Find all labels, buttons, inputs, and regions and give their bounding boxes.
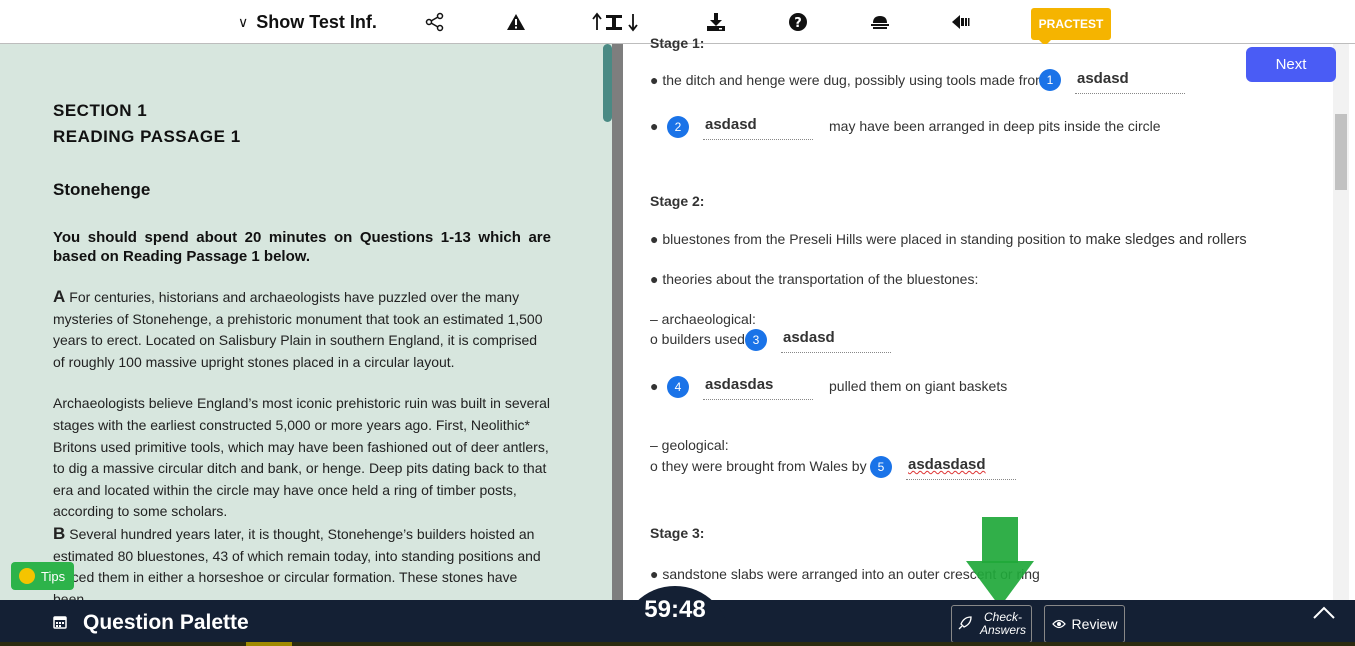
paragraph-text: For centuries, historians and archaeolog… [53,289,543,370]
answer-input-2[interactable]: asdasd [703,116,813,140]
passage-instruction: You should spend about 20 minutes on Que… [53,229,551,265]
warning-icon[interactable] [505,0,527,44]
arrow-down-icon [966,517,1034,607]
stage-2-line-1: ● bluestones from the Preseli Hills were… [650,231,1247,248]
question-1-text: ● the ditch and henge were dug, possibly… [650,72,1047,88]
check-answers-line-2: Answers [980,623,1027,637]
question-1-prefix: ● the ditch and henge were dug, possibly… [650,72,1047,88]
paragraph-b: B Several hundred years later, it is thou… [53,523,551,600]
question-4-suffix: pulled them on giant baskets [829,378,1008,394]
rocket-icon [958,615,972,633]
paragraph-a-continued: Archaeologists believe England’s most ic… [53,395,550,520]
question-palette-label: Question Palette [83,611,249,634]
chevron-up-icon[interactable] [1310,600,1338,628]
question-palette-button[interactable]: Question Palette [53,611,249,635]
passage-label: READING PASSAGE 1 [53,127,241,146]
next-button[interactable]: Next [1246,47,1336,82]
geological-label: – geological: [650,437,729,453]
review-label: Review [1071,616,1118,632]
question-number-badge[interactable]: 2 [667,116,689,138]
passage-title: Stonehenge [53,180,151,199]
paragraph-text: Several hundred years later, it is thoug… [53,525,541,600]
stage-3-label: Stage 3: [650,525,705,541]
bottom-strip-accent [246,642,292,646]
paragraph-letter: B [53,523,66,543]
chevron-down-icon: ∨ [238,13,249,30]
question-number-badge[interactable]: 1 [1039,69,1061,91]
question-5-prefix: o they were brought from Wales by [650,458,867,474]
answer-5-text: asdasdasd [908,456,986,473]
questions-scrollbar-thumb[interactable] [1335,114,1347,190]
question-number-badge[interactable]: 3 [745,329,767,351]
bottom-strip [0,642,1355,646]
question-number-badge[interactable]: 4 [667,376,689,398]
passage-scrollbar[interactable] [603,44,612,122]
answer-input-1[interactable]: asdasd [1075,70,1185,94]
check-answers-button[interactable]: Check- Answers [951,605,1032,643]
share-icon[interactable] [424,0,446,44]
help-icon[interactable]: ? [787,0,809,44]
stage-1-label: Stage 1: [650,35,705,51]
practest-logo: PRACTEST [1031,8,1111,46]
lightbulb-icon [19,568,35,584]
check-answers-label: Check- Answers [980,611,1026,637]
paragraph-letter: A [53,287,66,306]
stage-2-label: Stage 2: [650,193,705,209]
text-size-icon[interactable] [590,0,642,44]
highlight-icon[interactable] [868,0,892,44]
show-test-info-button[interactable]: ∨ Show Test Inf. [238,0,377,44]
section-heading: SECTION 1 [53,101,148,120]
stage-2-line-2: ● theories about the transportation of t… [650,271,979,287]
reading-passage-panel: SECTION 1 READING PASSAGE 1 Stonehenge Y… [0,44,612,600]
tips-label: Tips [41,568,66,584]
download-icon[interactable] [705,0,727,44]
answer-input-3[interactable]: asdasd [781,329,891,353]
stage-2-line-1-text: ● bluestones from the Preseli Hills were… [650,231,1066,247]
question-3-prefix: o builders used [650,331,745,347]
timer: 59:48 [644,596,706,623]
question-2-bullet: ● [650,118,659,134]
question-number-badge[interactable]: 5 [870,456,892,478]
answer-input-5[interactable]: asdasdasd [906,456,1016,480]
answer-input-4[interactable]: asdasdas [703,376,813,400]
panel-divider[interactable] [612,44,623,600]
calendar-icon [53,615,67,632]
show-test-info-label: Show Test Inf. [256,11,377,32]
svg-text:?: ? [794,16,802,31]
eye-icon [1051,616,1066,632]
stage-2-line-1-extra: to make sledges and rollers [1069,232,1247,248]
archaeological-label: – archaeological: [650,311,756,327]
review-button[interactable]: Review [1044,605,1125,643]
back-icon[interactable] [950,0,972,44]
tips-button[interactable]: Tips [11,562,74,590]
question-2-suffix: may have been arranged in deep pits insi… [829,118,1161,134]
paragraph-a: A For centuries, historians and archaeolo… [53,286,551,373]
question-4-bullet: ● [650,378,659,394]
